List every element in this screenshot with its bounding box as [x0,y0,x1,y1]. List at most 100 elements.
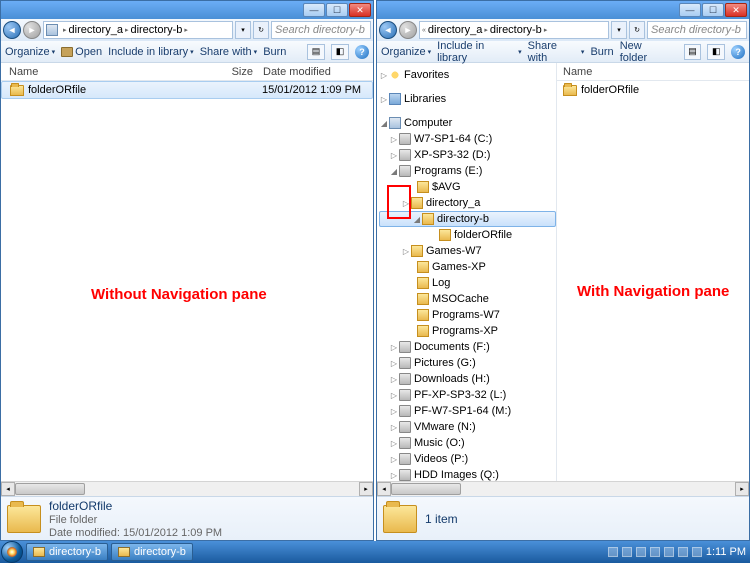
tree-drive[interactable]: ▷Music (O:) [379,435,556,451]
tree-drive[interactable]: ▷PF-XP-SP3-32 (L:) [379,387,556,403]
tree-drive[interactable]: ▷VMware (N:) [379,419,556,435]
maximize-button[interactable]: ☐ [702,3,724,17]
preview-pane-toggle[interactable]: ◧ [707,44,725,60]
forward-button[interactable]: ► [23,21,41,39]
tree-drive[interactable]: ▷Videos (P:) [379,451,556,467]
taskbar[interactable]: directory-b directory-b 1:11 PM [0,541,750,563]
tree-folder[interactable]: ▷Games-W7 [379,243,556,259]
share-menu[interactable]: Share with▾ [528,40,585,64]
view-options[interactable]: ▤ [307,44,325,60]
breadcrumb[interactable]: « directory_a ▸ directory-b ▸ [419,21,609,39]
search-input[interactable]: Search directory-b [647,21,747,39]
organize-menu[interactable]: Organize▾ [381,46,431,58]
scroll-left-button[interactable]: ◂ [377,482,391,496]
tray-icon[interactable] [622,547,632,557]
folder-icon [7,505,41,533]
include-menu[interactable]: Include in library▾ [108,46,194,58]
burn-button[interactable]: Burn [263,46,286,58]
refresh-button[interactable]: ↻ [629,21,645,39]
preview-pane-toggle[interactable]: ◧ [331,44,349,60]
start-button[interactable] [1,541,23,563]
back-button[interactable]: ◄ [379,21,397,39]
tree-drive[interactable]: ▷Documents (F:) [379,339,556,355]
forward-button[interactable]: ► [399,21,417,39]
history-dropdown[interactable]: ▾ [611,21,627,39]
help-icon[interactable]: ? [731,45,745,59]
breadcrumb-segment[interactable]: directory-b [130,24,182,36]
tree-folder[interactable]: Log [379,275,556,291]
drive-icon [399,389,411,401]
clock[interactable]: 1:11 PM [706,546,746,558]
refresh-button[interactable]: ↻ [253,21,269,39]
search-input[interactable]: Search directory-b [271,21,371,39]
list-item[interactable]: folderORfile 15/01/2012 1:09 PM [1,81,373,99]
breadcrumb[interactable]: ▸ directory_a ▸ directory-b ▸ [43,21,233,39]
list-item[interactable]: folderORfile [557,81,749,99]
scroll-right-button[interactable]: ▸ [735,482,749,496]
tree-favorites[interactable]: ▷Favorites [379,67,556,83]
tree-folder[interactable]: Games-XP [379,259,556,275]
column-name[interactable]: Name [9,66,203,78]
column-headers[interactable]: Name Size Date modified [1,63,373,81]
tree-drive[interactable]: ▷PF-W7-SP1-64 (M:) [379,403,556,419]
maximize-button[interactable]: ☐ [326,3,348,17]
tree-drive[interactable]: ▷Pictures (G:) [379,355,556,371]
breadcrumb-segment[interactable]: directory_a [69,24,123,36]
tray-icon[interactable] [650,547,660,557]
close-button[interactable]: ✕ [725,3,747,17]
file-list[interactable]: Name folderORfile With Navigation pane [557,63,749,481]
breadcrumb-segment[interactable]: directory-b [490,24,542,36]
annotation-text: Without Navigation pane [91,286,267,303]
horizontal-scrollbar[interactable]: ◂ ▸ [377,481,749,496]
help-icon[interactable]: ? [355,45,369,59]
close-button[interactable]: ✕ [349,3,371,17]
system-tray[interactable]: 1:11 PM [608,546,750,558]
file-list[interactable]: folderORfile 15/01/2012 1:09 PM Without … [1,81,373,481]
scroll-right-button[interactable]: ▸ [359,482,373,496]
volume-icon[interactable] [692,547,702,557]
tree-drive[interactable]: ▷Downloads (H:) [379,371,556,387]
navigation-pane[interactable]: ▷Favorites ▷Libraries ◢Computer ▷W7-SP1-… [377,63,557,481]
back-button[interactable]: ◄ [3,21,21,39]
burn-button[interactable]: Burn [590,46,613,58]
tree-drive[interactable]: ▷HDD Images (Q:) [379,467,556,481]
tray-icon[interactable] [608,547,618,557]
column-name[interactable]: Name [563,66,749,78]
titlebar[interactable]: — ☐ ✕ [1,1,373,19]
column-headers[interactable]: Name [557,63,749,81]
open-button[interactable]: Open [61,46,102,58]
breadcrumb-segment[interactable]: directory_a [428,24,482,36]
tree-computer[interactable]: ◢Computer [379,115,556,131]
history-dropdown[interactable]: ▾ [235,21,251,39]
scroll-thumb[interactable] [391,483,461,495]
column-date[interactable]: Date modified [263,66,373,78]
tray-icon[interactable] [678,547,688,557]
tree-folder[interactable]: Programs-XP [379,323,556,339]
column-size[interactable]: Size [203,66,263,78]
tree-folder[interactable]: MSOCache [379,291,556,307]
folder-icon [417,277,429,289]
minimize-button[interactable]: — [303,3,325,17]
scroll-left-button[interactable]: ◂ [1,482,15,496]
tree-drive[interactable]: ◢Programs (E:) [379,163,556,179]
chevron-right-icon: ▸ [484,26,488,34]
taskbar-item[interactable]: directory-b [111,543,193,561]
tray-icon[interactable] [636,547,646,557]
taskbar-item[interactable]: directory-b [26,543,108,561]
tree-folder[interactable]: Programs-W7 [379,307,556,323]
new-folder-button[interactable]: New folder [620,40,672,64]
scroll-thumb[interactable] [15,483,85,495]
titlebar[interactable]: — ☐ ✕ [377,1,749,19]
horizontal-scrollbar[interactable]: ◂ ▸ [1,481,373,496]
tree-folder[interactable]: folderORfile [379,227,556,243]
tree-drive[interactable]: ▷W7-SP1-64 (C:) [379,131,556,147]
drive-icon [399,469,411,481]
tree-libraries[interactable]: ▷Libraries [379,91,556,107]
organize-menu[interactable]: Organize▾ [5,46,55,58]
view-options[interactable]: ▤ [684,44,702,60]
include-menu[interactable]: Include in library▾ [437,40,522,64]
tray-icon[interactable] [664,547,674,557]
tree-drive[interactable]: ▷XP-SP3-32 (D:) [379,147,556,163]
minimize-button[interactable]: — [679,3,701,17]
share-menu[interactable]: Share with▾ [200,46,258,58]
